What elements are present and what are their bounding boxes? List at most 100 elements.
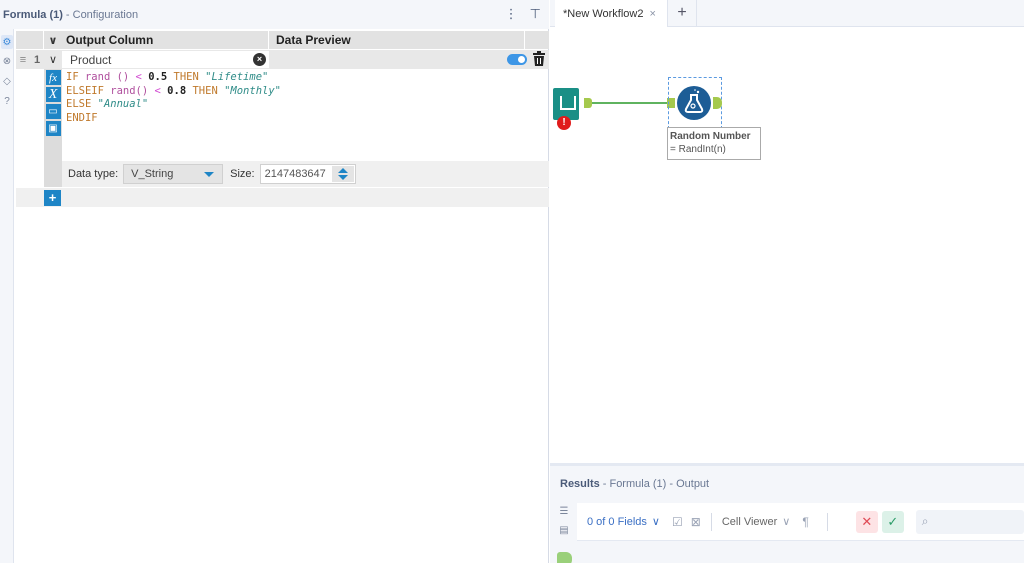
increment-icon[interactable] [337,168,348,173]
cancel-button[interactable]: ✕ [855,510,878,533]
output-anchor[interactable] [584,98,592,108]
formula-grid: ∨ Output Column Data Preview ≡ 1 ∨ × [16,31,549,207]
row-collapse-chevron-icon[interactable]: ∨ [44,53,62,66]
spin-buttons[interactable] [331,166,354,182]
expression-tools: fx X ▭ ▣ [44,69,62,161]
new-tab-button[interactable]: + [667,0,697,27]
grid-header-row: ∨ Output Column Data Preview [16,31,549,49]
output-column-header: Output Column [62,31,269,49]
expr-number: 0.5 [141,71,168,83]
config-panel-header: Formula (1) - Configuration ⋮ ⊤ [0,0,549,29]
cell-viewer-label: Cell Viewer [721,516,778,528]
gear-icon[interactable]: ⚙ [1,35,13,49]
deselect-all-icon[interactable]: ⊠ [691,515,701,529]
output-anchor-icon[interactable] [557,552,572,563]
results-subtitle: - Formula (1) - Output [602,478,710,490]
open-file-icon[interactable]: ▭ [45,104,61,119]
formula-row: ≡ 1 ∨ × [16,50,549,69]
search-input[interactable] [932,514,993,529]
configuration-panel: Formula (1) - Configuration ⋮ ⊤ ⚙ ⊗ ◇ ? … [0,0,549,563]
dropdown-arrow-icon [204,172,215,177]
data-type-value: V_String [131,168,174,180]
expression-editor[interactable]: IF rand () < 0.5 THEN "Lifetime" ELSE IF r… [62,69,281,161]
cell-viewer-dropdown[interactable]: Cell Viewer ∨ [722,515,791,528]
results-panel: Results - Formula (1) - Output ☰ ▤ 0 of … [550,463,1024,563]
results-toolbar: 0 of 0 Fields ∨ ☑ ⊠ Cell Viewer ∨ ¶ ✕ ✓ ⌕ [577,503,1024,541]
expr-gutter [16,69,44,161]
output-column-field[interactable]: × [62,51,269,68]
input-data-tool-icon[interactable] [553,88,579,120]
apply-button[interactable]: ✓ [881,510,904,533]
decrement-icon[interactable] [337,175,348,180]
search-box[interactable]: ⌕ [915,509,1024,534]
results-title: Results [560,478,600,490]
toolbar-divider [710,512,712,531]
data-type-row: Data type: V_String Size: 2147483647 [16,161,549,187]
config-side-toolbar: ⚙ ⊗ ◇ ? [0,29,14,563]
annotation-line-2: = RandInt(n) [670,144,726,155]
toolbar-divider [826,512,828,531]
add-formula-row: + [16,188,549,207]
close-tab-icon[interactable]: × [650,8,656,20]
row-enabled-toggle[interactable] [507,54,527,65]
expr-string: "Lifetime" [198,71,269,83]
header-spacer [16,31,44,49]
connection-icon[interactable]: ⊗ [1,54,13,68]
expr-function: rand () [78,71,130,83]
data-type-label: Data type: [68,168,119,180]
dtype-gutter [16,161,44,187]
save-icon[interactable]: ▣ [45,121,61,136]
workflow-tabs: *New Workflow2 × + [550,0,1024,27]
tool-annotation: Random Number = RandInt(n) [667,127,761,160]
expr-keyword: ELSE [66,98,92,111]
expr-line-4: ENDIF [66,112,281,126]
select-all-icon[interactable]: ☑ [672,515,683,529]
data-type-dropdown[interactable]: V_String [123,164,224,184]
output-anchor-2[interactable] [713,97,722,109]
fields-dropdown[interactable]: 0 of 0 Fields ∨ [587,515,660,528]
drag-handle-icon[interactable]: ≡ [16,54,30,66]
chevron-down-icon: ∨ [651,516,660,528]
data-preview-header: Data Preview [269,31,525,49]
clear-icon[interactable]: × [253,53,266,66]
expr-line-1: IF rand () < 0.5 THEN "Lifetime" [66,71,281,85]
random-number-tool-icon[interactable] [677,86,711,120]
app-window: Formula (1) - Configuration ⋮ ⊤ ⚙ ⊗ ◇ ? … [0,0,1024,563]
table-icon[interactable]: ▤ [557,525,571,537]
tab-new-workflow2[interactable]: *New Workflow2 × [555,0,667,27]
results-header: Results - Formula (1) - Output [550,466,1024,502]
search-icon: ⌕ [921,514,929,528]
expression-editor-area: fx X ▭ ▣ IF rand () < 0.5 THEN "Lifetime… [16,69,549,161]
collapse-all-chevron-icon[interactable]: ∨ [44,34,62,47]
workflow-canvas[interactable] [553,27,1024,463]
more-vertical-icon[interactable]: ⋮ [505,6,518,22]
size-label: Size: [230,168,255,180]
dtype-tools-gutter [44,161,62,187]
list-icon[interactable]: ☰ [557,506,571,518]
config-panel-title: Formula (1) [3,8,63,21]
row-number: 1 [33,53,41,66]
variables-icon[interactable]: X [45,87,61,102]
expr-keyword: IF [66,71,79,83]
tab-label: *New Workflow2 [563,7,644,20]
error-icon: ! [557,116,571,130]
expr-keyword: THEN [167,71,199,83]
help-icon[interactable]: ? [1,94,13,108]
fx-functions-icon[interactable]: fx [45,70,61,85]
chevron-down-icon: ∨ [782,516,791,528]
config-panel-subtitle: - Configuration [65,8,139,21]
connection-line[interactable] [592,102,669,104]
expr-string: "Annual" [91,98,149,111]
size-stepper[interactable]: 2147483647 [259,164,356,184]
pilcrow-icon[interactable]: ¶ [802,515,808,529]
tag-icon[interactable]: ◇ [1,74,13,88]
results-side-toolbar: ☰ ▤ [553,503,575,563]
output-column-input[interactable] [70,52,250,67]
add-formula-button[interactable]: + [44,189,61,206]
expr-keyword: THEN [186,84,218,97]
pin-icon[interactable]: ⊤ [530,6,541,22]
size-value: 2147483647 [264,168,326,180]
expr-line-3: ELSE "Annual" [66,98,281,112]
delete-row-trash-icon[interactable] [532,51,546,67]
expr-number: 0.8 [160,84,187,97]
